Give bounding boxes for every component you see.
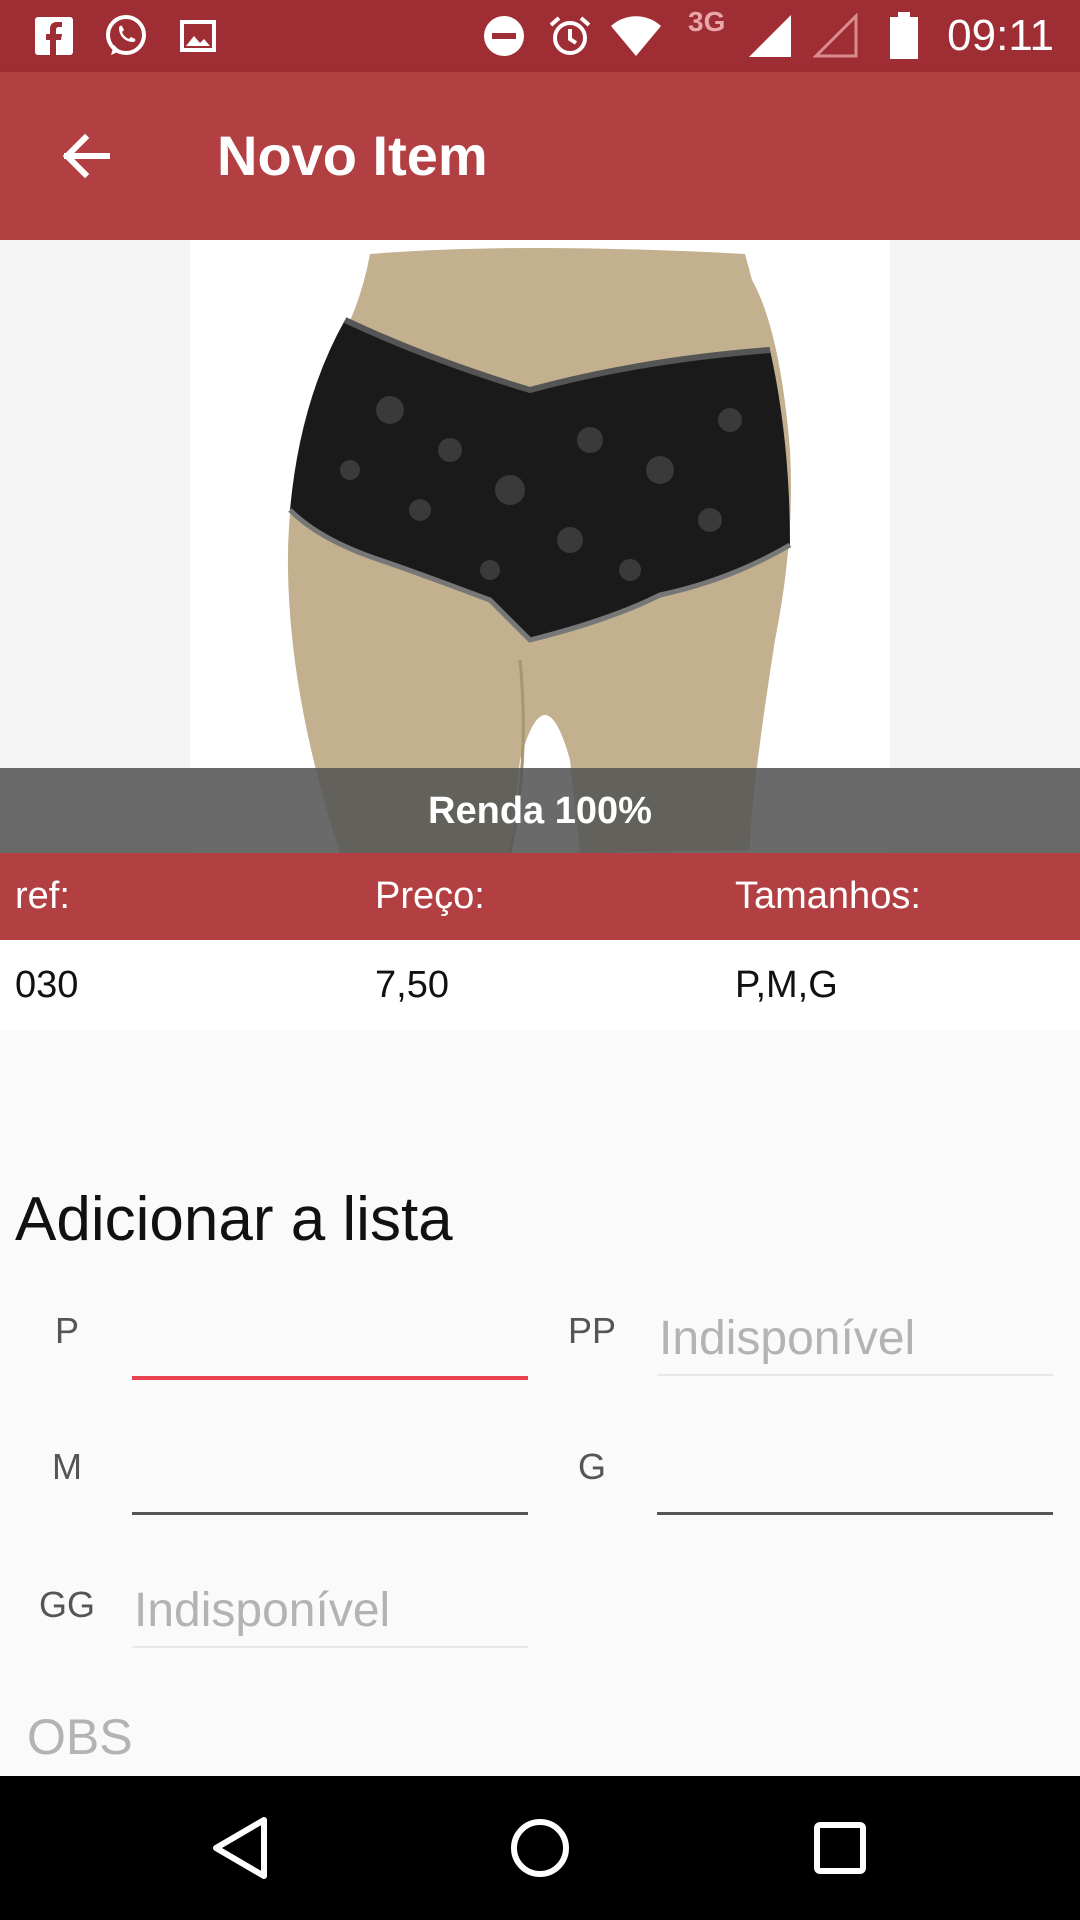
- nav-back-button[interactable]: [200, 1808, 280, 1888]
- size-gg-input: Indisponível: [132, 1576, 528, 1648]
- info-values: 030 7,50 P,M,G: [0, 940, 1080, 1030]
- back-triangle-icon: [213, 1817, 267, 1879]
- size-pp-placeholder: Indisponível: [659, 1312, 916, 1365]
- ref-header: ref:: [15, 875, 70, 917]
- price-header: Preço:: [375, 875, 485, 917]
- facebook-icon: [32, 12, 76, 60]
- do-not-disturb-icon: [480, 12, 528, 60]
- ref-value: 030: [15, 964, 79, 1006]
- app-bar: Novo Item: [0, 72, 1080, 240]
- signal-empty-icon: [812, 12, 860, 60]
- whatsapp-icon: [100, 12, 152, 60]
- size-m-input[interactable]: [132, 1442, 528, 1515]
- recents-square-icon: [814, 1822, 866, 1874]
- product-caption: Renda 100%: [428, 790, 652, 832]
- price-value: 7,50: [375, 964, 449, 1006]
- size-pp-input: Indisponível: [657, 1304, 1053, 1376]
- obs-input[interactable]: OBS: [27, 1708, 133, 1766]
- home-circle-icon: [511, 1819, 569, 1877]
- page-title: Novo Item: [217, 124, 488, 187]
- size-label-gg: GG: [38, 1584, 95, 1625]
- back-button[interactable]: [40, 116, 130, 196]
- product-image-area: Renda 100%: [0, 240, 1080, 853]
- image-icon: [176, 12, 220, 60]
- sizes-value: P,M,G: [735, 964, 838, 1006]
- size-g-input[interactable]: [657, 1442, 1053, 1515]
- size-p-input[interactable]: [132, 1306, 528, 1380]
- alarm-icon: [546, 12, 594, 60]
- arrow-back-icon: [62, 133, 110, 179]
- battery-icon: [886, 12, 922, 60]
- navigation-bar: [0, 1776, 1080, 1920]
- size-label-p: P: [54, 1310, 79, 1351]
- info-header: ref: Preço: Tamanhos:: [0, 853, 1080, 940]
- clock: 09:11: [947, 11, 1054, 60]
- status-bar: 3G 09:11: [0, 0, 1080, 72]
- size-label-pp: PP: [567, 1310, 617, 1351]
- size-label-m: M: [52, 1446, 82, 1487]
- network-type-label: 3G: [688, 6, 726, 37]
- nav-home-button[interactable]: [500, 1808, 580, 1888]
- nav-recents-button[interactable]: [800, 1808, 880, 1888]
- add-to-list-title: Adicionar a lista: [15, 1185, 453, 1254]
- size-gg-placeholder: Indisponível: [134, 1584, 391, 1637]
- product-image: [190, 240, 890, 853]
- sizes-header: Tamanhos:: [735, 875, 921, 917]
- wifi-icon: [608, 12, 664, 60]
- product-caption-band: Renda 100%: [0, 768, 1080, 853]
- signal-icon: [746, 12, 794, 60]
- size-label-g: G: [577, 1446, 606, 1487]
